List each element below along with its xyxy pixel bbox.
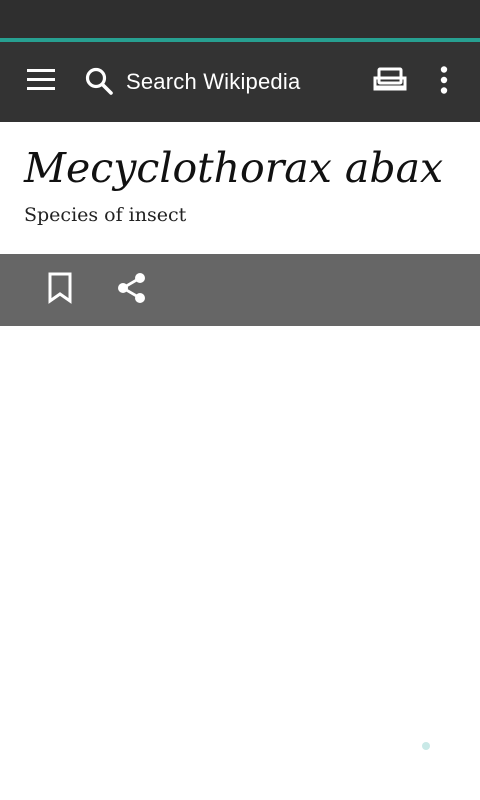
overflow-menu-button[interactable] <box>424 42 464 122</box>
article-title: Mecyclothorax abax <box>24 144 444 192</box>
loading-indicator <box>422 742 430 750</box>
menu-icon <box>27 68 57 96</box>
share-icon <box>116 272 148 309</box>
article-content <box>0 326 480 800</box>
article-header: Mecyclothorax abax Species of insect <box>0 122 480 254</box>
status-bar <box>0 0 480 38</box>
search-icon <box>84 66 116 98</box>
bookmark-button[interactable] <box>32 254 88 326</box>
search-label: Search Wikipedia <box>126 69 301 94</box>
tabs-icon <box>373 67 407 98</box>
share-button[interactable] <box>104 254 160 326</box>
article-action-bar <box>0 254 480 326</box>
article-description: Species of insect <box>24 204 187 226</box>
bookmark-icon <box>47 272 73 309</box>
overflow-icon <box>440 65 448 99</box>
tabs-button[interactable] <box>366 42 414 122</box>
menu-button[interactable] <box>18 42 66 122</box>
top-toolbar: Search Wikipedia <box>0 42 480 122</box>
search-button[interactable]: Search Wikipedia <box>84 42 384 122</box>
